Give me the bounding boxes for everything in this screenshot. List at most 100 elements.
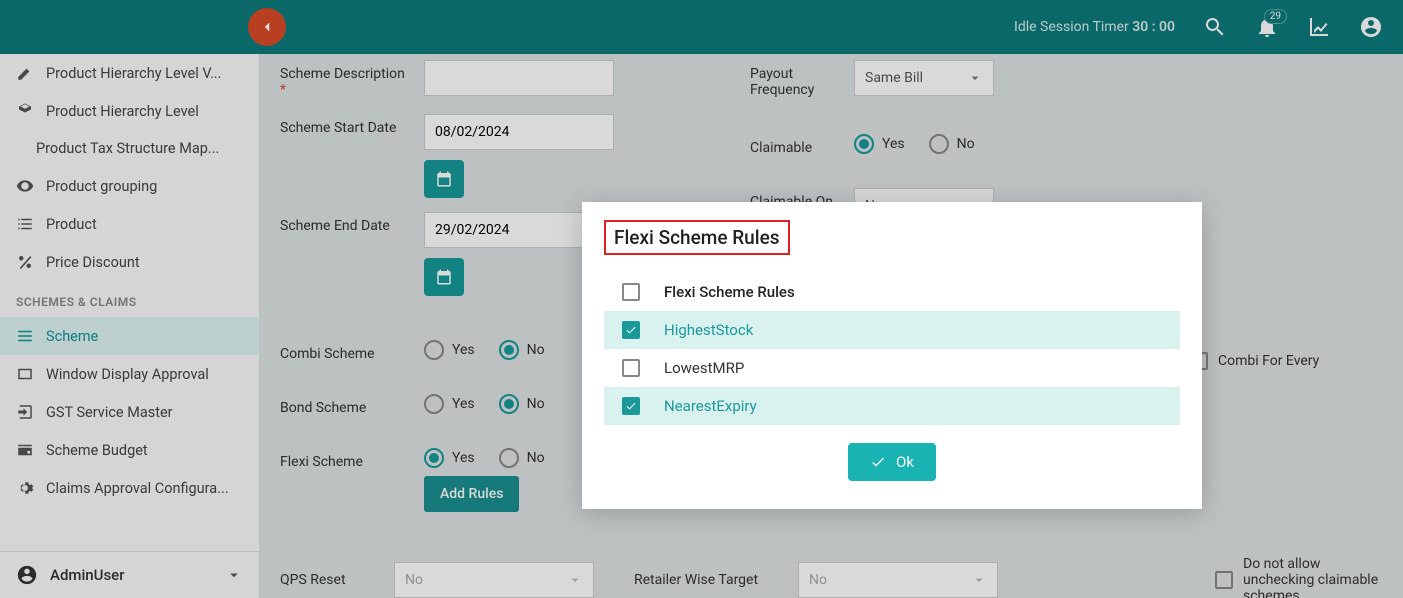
user-circle-icon <box>16 564 38 586</box>
modal-title: Flexi Scheme Rules <box>614 226 780 249</box>
qps-reset-label: QPS Reset <box>280 572 380 588</box>
sidebar-item-gst-service[interactable]: GST Service Master <box>0 393 259 431</box>
combi-for-every-label: Combi For Every <box>1218 353 1319 369</box>
scheme-end-date-picker[interactable] <box>424 258 464 296</box>
sidebar-item-product-grouping[interactable]: Product grouping <box>0 167 259 205</box>
sidebar: Product Hierarchy Level V... Product Hie… <box>0 54 260 598</box>
sidebar-item-hierarchy-level[interactable]: Product Hierarchy Level <box>0 92 259 130</box>
qps-reset-select[interactable]: No <box>394 562 594 598</box>
no-uncheck-checkbox[interactable]: Do not allow unchecking claimable scheme… <box>1215 556 1383 598</box>
combi-for-every-checkbox[interactable]: Combi For Every <box>1190 352 1383 370</box>
retailer-wise-target-label: Retailer Wise Target <box>634 572 784 588</box>
no-uncheck-label: Do not allow unchecking claimable scheme… <box>1243 556 1383 598</box>
rule-row-lowestmrp[interactable]: LowestMRP <box>604 349 1180 387</box>
sidebar-item-tax-structure[interactable]: Product Tax Structure Map... <box>0 130 259 167</box>
chevron-down-icon <box>967 70 983 86</box>
notifications-button[interactable]: 29 <box>1255 15 1279 39</box>
claimable-label: Claimable <box>750 134 840 156</box>
wallet-icon <box>16 441 34 459</box>
combi-scheme-label: Combi Scheme <box>280 340 410 362</box>
calendar-icon <box>435 170 453 188</box>
payout-frequency-label: Payout Frequency <box>750 60 840 98</box>
rule-label: LowestMRP <box>664 359 744 377</box>
rule-row-higheststock[interactable]: HighestStock <box>604 311 1180 349</box>
select-all-checkbox[interactable] <box>622 283 640 301</box>
chevron-down-icon <box>225 564 243 586</box>
select-value: No <box>809 572 827 588</box>
sidebar-item-label: Window Display Approval <box>46 366 209 383</box>
idle-timer-value: 30 : 00 <box>1132 19 1175 35</box>
scheme-icon <box>16 327 34 345</box>
sidebar-item-label: Scheme Budget <box>46 442 148 459</box>
scheme-end-date-label: Scheme End Date <box>280 212 410 234</box>
rule-row-nearestexpiry[interactable]: NearestExpiry <box>604 387 1180 425</box>
user-name: AdminUser <box>50 566 125 584</box>
retailer-wise-target-select[interactable]: No <box>798 562 998 598</box>
back-button[interactable] <box>248 8 286 46</box>
hierarchy-icon <box>16 102 34 120</box>
rules-header-row: Flexi Scheme Rules <box>604 273 1180 311</box>
claimable-yes[interactable]: Yes <box>854 134 905 154</box>
sidebar-item-label: Product <box>46 216 97 233</box>
eye-icon <box>16 177 34 195</box>
rule-checkbox[interactable] <box>622 321 640 339</box>
sidebar-item-price-discount[interactable]: Price Discount <box>0 243 259 281</box>
exit-icon <box>16 403 34 421</box>
sidebar-item-label: Product Tax Structure Map... <box>36 140 219 157</box>
rule-label: HighestStock <box>664 321 753 339</box>
rule-label: NearestExpiry <box>664 397 757 415</box>
chevron-down-icon <box>971 572 987 588</box>
flexi-scheme-label: Flexi Scheme <box>280 448 410 470</box>
payout-frequency-select[interactable]: Same Bill <box>854 60 994 96</box>
sidebar-item-label: GST Service Master <box>46 404 173 421</box>
combi-scheme-yes[interactable]: Yes <box>424 340 475 360</box>
scheme-start-date-label: Scheme Start Date <box>280 114 410 136</box>
sidebar-item-label: Claims Approval Configura... <box>46 480 229 497</box>
sidebar-item-scheme[interactable]: Scheme <box>0 317 259 355</box>
sidebar-item-product[interactable]: Product <box>0 205 259 243</box>
sidebar-item-scheme-budget[interactable]: Scheme Budget <box>0 431 259 469</box>
scheme-start-date-input[interactable] <box>424 114 614 150</box>
claimable-no[interactable]: No <box>929 134 975 154</box>
sidebar-item-hierarchy-view[interactable]: Product Hierarchy Level V... <box>0 54 259 92</box>
ok-button-label: Ok <box>896 453 914 471</box>
idle-timer-label: Idle Session Timer <box>1014 19 1129 35</box>
app-header: Idle Session Timer 30 : 00 29 <box>0 0 1403 54</box>
user-icon <box>1359 15 1383 39</box>
analytics-button[interactable] <box>1307 15 1331 39</box>
scheme-description-input[interactable] <box>424 60 614 96</box>
sidebar-user-footer[interactable]: AdminUser <box>0 551 259 598</box>
bond-scheme-no[interactable]: No <box>499 394 545 414</box>
idle-session-timer: Idle Session Timer 30 : 00 <box>1014 19 1175 35</box>
percent-icon <box>16 253 34 271</box>
pencil-icon <box>16 64 34 82</box>
bond-scheme-label: Bond Scheme <box>280 394 410 416</box>
flexi-scheme-rules-modal: Flexi Scheme Rules Flexi Scheme Rules Hi… <box>582 202 1202 509</box>
sidebar-item-label: Product Hierarchy Level V... <box>46 65 221 82</box>
profile-button[interactable] <box>1359 15 1383 39</box>
search-icon <box>1203 15 1227 39</box>
calendar-icon <box>435 268 453 286</box>
add-rules-button[interactable]: Add Rules <box>424 476 519 512</box>
ok-button[interactable]: Ok <box>848 443 936 481</box>
gear-icon <box>16 479 34 497</box>
notification-badge: 29 <box>1264 9 1287 24</box>
sidebar-section-header: SCHEMES & CLAIMS <box>0 281 259 317</box>
search-button[interactable] <box>1203 15 1227 39</box>
combi-scheme-no[interactable]: No <box>499 340 545 360</box>
flexi-scheme-no[interactable]: No <box>499 448 545 468</box>
sidebar-item-claims-approval[interactable]: Claims Approval Configura... <box>0 469 259 507</box>
chevron-down-icon <box>567 572 583 588</box>
flexi-scheme-yes[interactable]: Yes <box>424 448 475 468</box>
scheme-start-date-picker[interactable] <box>424 160 464 198</box>
rule-checkbox[interactable] <box>622 359 640 377</box>
chart-icon <box>1307 15 1331 39</box>
sidebar-item-window-display[interactable]: Window Display Approval <box>0 355 259 393</box>
bond-scheme-yes[interactable]: Yes <box>424 394 475 414</box>
scheme-description-label: Scheme Description * <box>280 60 410 98</box>
chevron-left-icon <box>258 18 276 36</box>
select-value: No <box>405 572 423 588</box>
modal-title-highlight: Flexi Scheme Rules <box>604 220 790 255</box>
rule-checkbox[interactable] <box>622 397 640 415</box>
select-value: Same Bill <box>865 70 923 86</box>
